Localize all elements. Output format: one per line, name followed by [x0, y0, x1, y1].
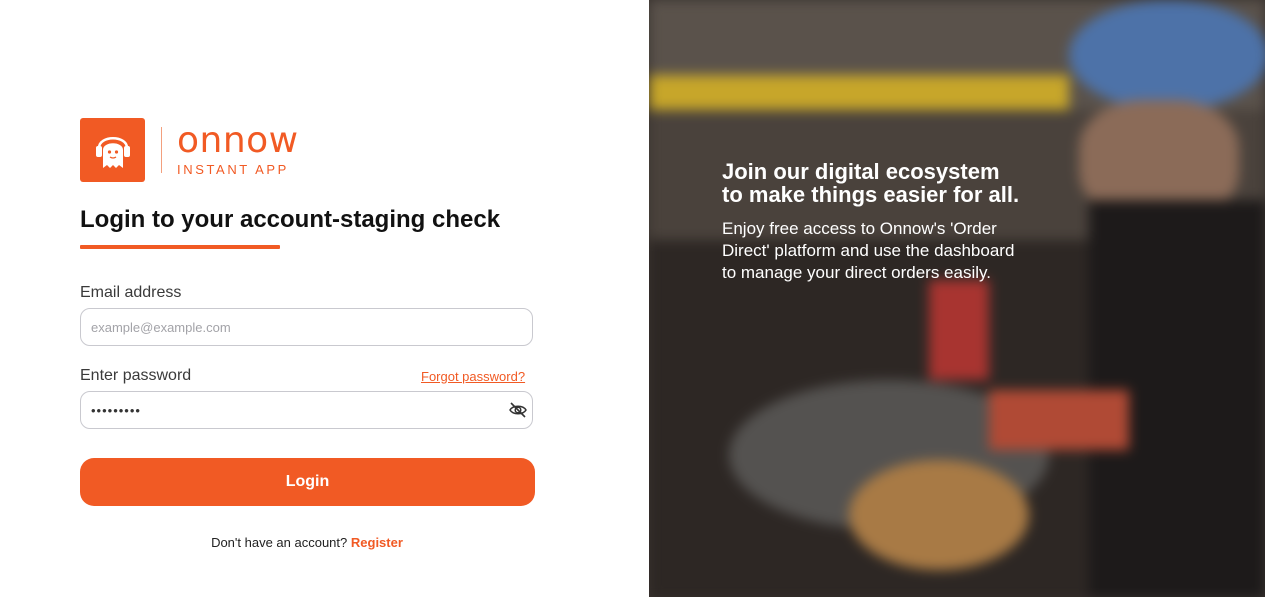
brand-tagline: INSTANT APP [177, 161, 289, 177]
email-field[interactable] [80, 308, 533, 346]
email-label: Email address [80, 284, 182, 301]
promo-panel: Join our digital ecosystem to make thing… [649, 0, 1265, 597]
login-panel: onnow INSTANT APP Login to your account-… [0, 0, 649, 597]
password-label: Enter password [80, 367, 192, 384]
promo-heading: Join our digital ecosystem to make thing… [722, 159, 1020, 207]
signup-text: Don't have an account? [211, 535, 348, 550]
login-button[interactable]: Login [80, 458, 535, 506]
title-underline [80, 245, 280, 249]
register-link[interactable]: Register [351, 535, 403, 550]
forgot-password-link[interactable]: Forgot password? [421, 369, 525, 384]
promo-text: Join our digital ecosystem to make thing… [722, 160, 1022, 284]
signup-prompt: Don't have an account? Register [0, 535, 614, 550]
ghost-headphones-icon [80, 118, 145, 182]
eye-slash-icon[interactable] [508, 400, 528, 420]
brand-name: onnow [177, 119, 299, 161]
logo-divider [161, 127, 162, 173]
brand-logo: onnow INSTANT APP [80, 118, 299, 182]
promo-body: Enjoy free access to Onnow's 'Order Dire… [722, 219, 1015, 282]
kitchen-background-image [649, 0, 1265, 597]
page-title: Login to your account-staging check [80, 206, 501, 233]
password-field[interactable] [80, 391, 533, 429]
